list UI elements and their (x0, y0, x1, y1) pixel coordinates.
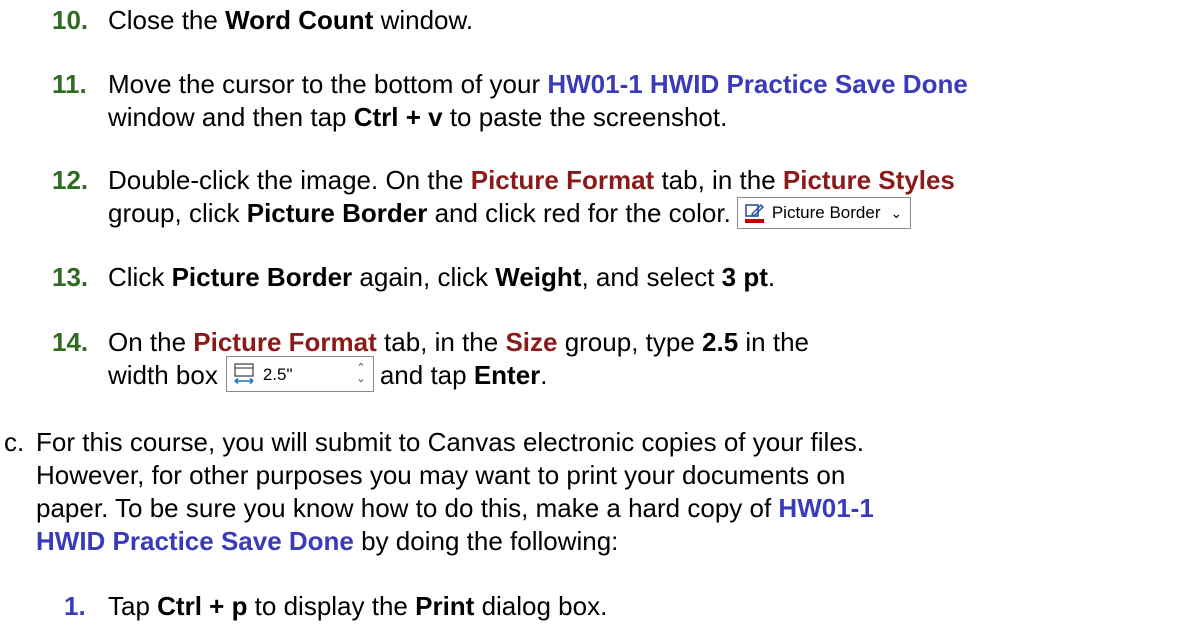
step-number: 1. (64, 591, 86, 621)
step-1-text: Tap Ctrl + p to display the Print dialog… (108, 591, 608, 621)
width-value: 2.5" (262, 364, 293, 384)
step-13-text: Click Picture Border again, click Weight… (108, 262, 776, 292)
pen-border-icon (744, 202, 766, 224)
step-c-line-1: For this course, you will submit to Canv… (36, 427, 865, 457)
step-14-line-2: width box 2.5" ⌃ ⌄ and tap Enter. (108, 356, 548, 395)
picture-border-label: Picture Border (771, 203, 881, 223)
step-c-label: c. (4, 427, 25, 457)
step-number: 12. (52, 165, 89, 195)
step-number: 10. (52, 5, 89, 35)
width-input[interactable]: 2.5" ⌃ ⌄ (225, 356, 374, 393)
step-c-line-4: HWID Practice Save Done by doing the fol… (36, 526, 619, 556)
step-c-line-2: However, for other purposes you may want… (36, 460, 846, 490)
step-c-line-3: paper. To be sure you know how to do thi… (36, 493, 874, 523)
spinner-arrows[interactable]: ⌃ ⌄ (349, 363, 373, 385)
chevron-down-icon[interactable]: ⌄ (356, 374, 365, 385)
picture-border-button[interactable]: Picture Border ⌄ (736, 197, 912, 230)
step-11-line-2: window and then tap Ctrl + v to paste th… (108, 102, 728, 132)
step-number: 14. (52, 327, 89, 357)
chevron-down-icon: ⌄ (890, 205, 903, 222)
step-10-text: Close the Word Count window. (108, 5, 474, 35)
step-11-line-1: Move the cursor to the bottom of your HW… (108, 69, 968, 99)
step-12-line-1: Double-click the image. On the Picture F… (108, 165, 955, 195)
width-icon (227, 362, 261, 386)
step-number: 13. (52, 262, 89, 292)
step-12-line-2: group, click Picture Border and click re… (108, 197, 912, 231)
step-14-line-1: On the Picture Format tab, in the Size g… (108, 327, 809, 357)
step-number: 11. (52, 69, 87, 99)
